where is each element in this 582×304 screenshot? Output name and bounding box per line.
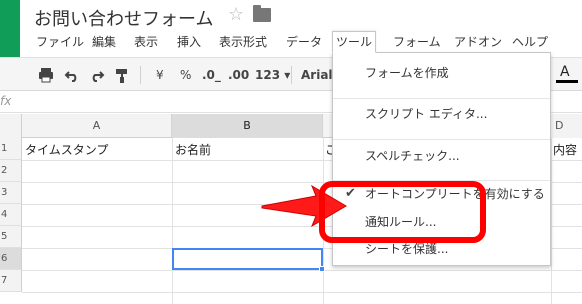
select-all-corner[interactable] [0, 114, 22, 138]
row-header-4[interactable]: 4 [0, 204, 22, 226]
menu-separator [333, 139, 550, 140]
menu-item-label: スクリプト エディタ... [365, 107, 488, 121]
checkmark-icon: ✔ [345, 186, 356, 201]
folder-icon[interactable] [253, 5, 271, 22]
menu-format[interactable]: 表示形式 [216, 31, 270, 53]
row-header-7[interactable]: 7 [0, 270, 22, 292]
toolbar-separator [140, 66, 141, 84]
document-title[interactable]: お問い合わせフォーム [34, 5, 213, 31]
menu-item-spellcheck[interactable]: スペルチェック... [333, 144, 550, 168]
grid-line [172, 138, 173, 304]
row-header-2[interactable]: 2 [0, 160, 22, 182]
menu-item-protect-sheet[interactable]: シートを保護... [333, 237, 550, 261]
menu-view[interactable]: 表示 [131, 31, 161, 53]
undo-icon[interactable] [64, 67, 80, 83]
grid-line [551, 138, 552, 304]
decrease-decimal-button[interactable]: .0_ [202, 67, 221, 83]
cell-d1[interactable]: 内容 [551, 141, 577, 158]
menu-item-label: 通知ルール... [365, 215, 437, 229]
menu-form[interactable]: フォーム [390, 31, 444, 53]
grid-line [323, 138, 324, 304]
toolbar-separator [291, 66, 292, 84]
menu-item-autocomplete[interactable]: ✔ オートコンプリートを有効にする [333, 182, 550, 206]
grid-line [22, 270, 582, 271]
menu-edit[interactable]: 編集 [89, 31, 119, 53]
menu-item-create-form[interactable]: フォームを作成 [333, 61, 550, 85]
text-color-swatch [556, 80, 578, 83]
tools-menu: フォームを作成 スクリプト エディタ... スペルチェック... ✔ オートコン… [332, 52, 551, 266]
menu-help[interactable]: ヘルプ [509, 31, 551, 53]
print-icon[interactable] [38, 67, 54, 83]
grid-line [22, 292, 582, 293]
menu-item-label: フォームを作成 [365, 66, 449, 80]
menu-separator [333, 98, 550, 99]
percent-button[interactable]: % [180, 67, 191, 83]
menu-separator [333, 180, 550, 181]
fill-handle[interactable] [319, 266, 325, 272]
menu-item-label: シートを保護... [365, 242, 449, 256]
sheets-logo[interactable] [0, 0, 20, 57]
column-header-a[interactable]: A [22, 114, 172, 138]
fx-icon: fx [0, 94, 12, 108]
menu-insert[interactable]: 挿入 [174, 31, 204, 53]
paint-format-icon[interactable] [114, 67, 130, 83]
currency-button[interactable]: ¥ [156, 67, 164, 83]
menu-item-label: オートコンプリートを有効にする [365, 187, 545, 201]
column-header-d[interactable]: D [551, 114, 582, 138]
text-color-button[interactable]: A [560, 64, 570, 80]
cell-b1[interactable]: お名前 [175, 141, 211, 158]
menu-tools[interactable]: ツール [332, 31, 377, 53]
menu-item-script-editor[interactable]: スクリプト エディタ... [333, 102, 550, 126]
increase-decimal-button[interactable]: .00 [228, 67, 249, 83]
number-format-dropdown[interactable]: 123 ▾ [255, 67, 290, 83]
menu-file[interactable]: ファイル [33, 31, 87, 53]
row-header-5[interactable]: 5 [0, 226, 22, 248]
row-header-1[interactable]: 1 [0, 138, 22, 160]
menu-addons[interactable]: アドオン [451, 31, 505, 53]
font-family-dropdown[interactable]: Arial [301, 67, 333, 83]
cell-a1[interactable]: タイムスタンプ [25, 141, 108, 158]
selected-cell-b6[interactable] [172, 248, 323, 270]
menu-item-notification-rules[interactable]: 通知ルール... [333, 210, 550, 234]
menu-item-label: スペルチェック... [365, 149, 460, 163]
row-header-6[interactable]: 6 [0, 248, 22, 270]
row-header-3[interactable]: 3 [0, 182, 22, 204]
star-icon[interactable]: ☆ [228, 4, 244, 25]
redo-icon[interactable] [89, 67, 105, 83]
menu-data[interactable]: データ [283, 31, 325, 53]
column-header-b[interactable]: B [172, 114, 323, 138]
